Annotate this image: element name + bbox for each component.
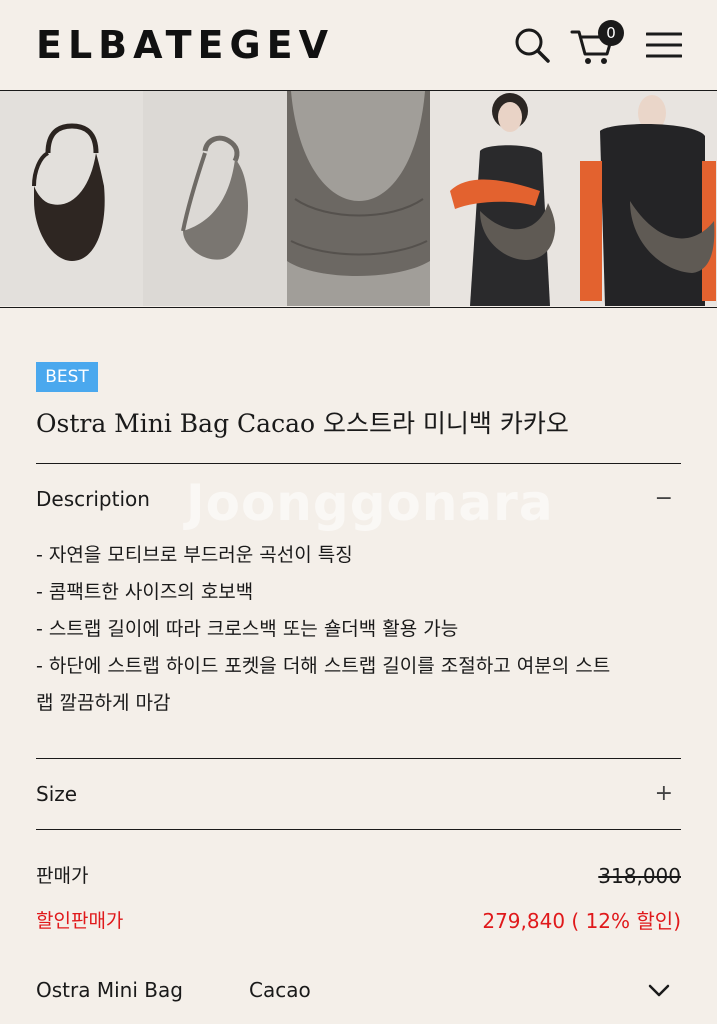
original-price: 318,000: [598, 864, 681, 888]
site-header: ELBATEGEV 0: [0, 0, 717, 91]
price-row: 판매가 318,000: [36, 856, 681, 896]
description-line: - 자연을 모티브로 부드러운 곡선이 특징: [36, 544, 353, 566]
size-label: Size: [36, 782, 78, 806]
option-select[interactable]: Ostra Mini Bag Cacao: [36, 970, 681, 1010]
description-line: - 하단에 스트랩 하이드 포켓을 더해 스트랩 길이를 조절하고 여분의 스트: [36, 655, 611, 677]
sale-price-row: 할인판매가 279,840 ( 12% 할인): [36, 901, 681, 941]
option-color-value: Cacao: [249, 978, 311, 1002]
cart-button[interactable]: 0: [570, 20, 626, 66]
description-line: - 콤팩트한 사이즈의 호보백: [36, 581, 254, 603]
sale-price: 279,840 ( 12% 할인): [482, 909, 681, 933]
option-product-name: Ostra Mini Bag: [36, 978, 183, 1002]
cart-count-badge: 0: [598, 20, 624, 46]
size-section-header[interactable]: Size +: [36, 774, 681, 814]
description-line: - 스트랩 길이에 따라 크로스백 또는 숄더백 활용 가능: [36, 618, 459, 640]
description-line: 랩 깔끔하게 마감: [36, 692, 171, 714]
description-list: - 자연을 모티브로 부드러운 곡선이 특징 - 콤팩트한 사이즈의 호보백 -…: [36, 537, 681, 722]
product-thumbnail-model[interactable]: [430, 91, 717, 306]
product-thumbnail-front[interactable]: [0, 91, 143, 306]
divider: [36, 758, 681, 759]
price-label: 판매가: [36, 865, 89, 887]
divider: [36, 463, 681, 464]
product-title: Ostra Mini Bag Cacao 오스트라 미니백 카카오: [36, 409, 569, 438]
description-label: Description: [36, 487, 150, 511]
product-thumbnail-side[interactable]: [143, 91, 287, 306]
collapse-icon[interactable]: −: [655, 479, 673, 519]
sale-price-label: 할인판매가: [36, 910, 124, 932]
product-image-gallery: [0, 91, 717, 308]
product-thumbnail-closeup[interactable]: [287, 91, 430, 306]
search-icon[interactable]: [514, 27, 550, 63]
best-badge: BEST: [36, 362, 98, 392]
chevron-down-icon[interactable]: [647, 980, 671, 1000]
divider: [36, 829, 681, 830]
site-logo[interactable]: ELBATEGEV: [36, 22, 334, 68]
menu-icon[interactable]: [645, 30, 683, 60]
expand-icon[interactable]: +: [655, 774, 673, 814]
watermark: Joonggonara: [186, 474, 554, 532]
